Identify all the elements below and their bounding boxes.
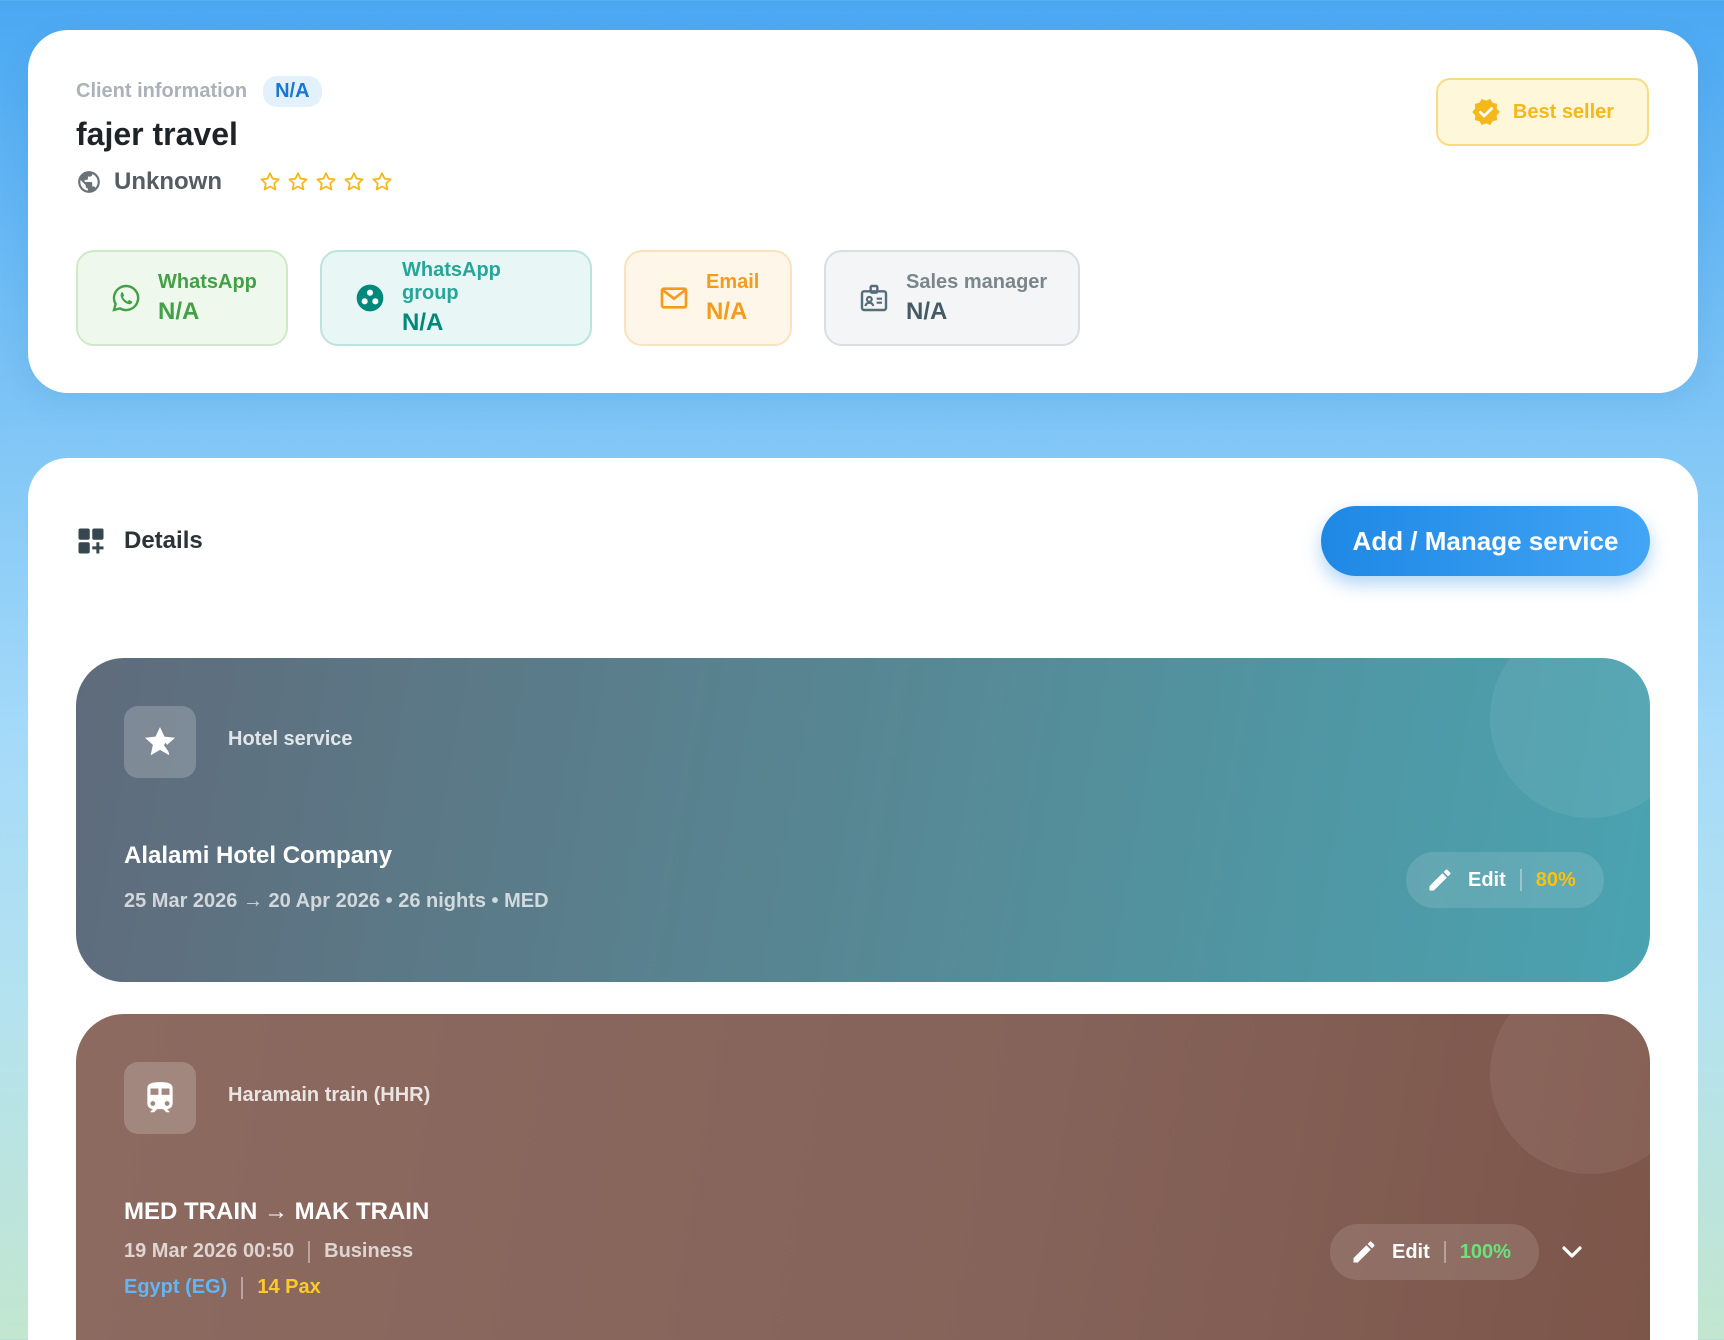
travel-class: Business bbox=[324, 1240, 414, 1262]
contact-chips: WhatsApp N/A WhatsApp group N/A Email N/… bbox=[76, 250, 1080, 346]
completion-percent: 100% bbox=[1459, 1240, 1511, 1263]
contact-value: N/A bbox=[402, 309, 444, 336]
service-meta-row: Egypt (EG) 14 Pax bbox=[124, 1276, 321, 1299]
train-icon bbox=[147, 1082, 173, 1113]
details-card: Details Add / Manage service Hotel servi… bbox=[28, 458, 1698, 1340]
add-manage-service-button[interactable]: Add / Manage service bbox=[1321, 506, 1650, 576]
star-icon bbox=[144, 726, 176, 756]
service-type: Haramain train (HHR) bbox=[228, 1084, 431, 1106]
service-meta: 25 Mar 2026 → 20 Apr 2026 • 26 nights • … bbox=[124, 890, 549, 912]
rating-stars[interactable] bbox=[258, 170, 394, 194]
star-outline-icon[interactable] bbox=[370, 170, 394, 194]
service-icon-box bbox=[124, 1062, 196, 1134]
contact-value: N/A bbox=[706, 297, 748, 325]
verified-icon bbox=[1472, 98, 1500, 126]
decorative-circle bbox=[1490, 1014, 1650, 1174]
client-location: Unknown bbox=[114, 168, 222, 195]
service-icon-box bbox=[124, 706, 196, 778]
service-name: Alalami Hotel Company bbox=[124, 842, 393, 869]
client-section-label: Client information bbox=[76, 80, 248, 102]
divider bbox=[241, 1276, 244, 1299]
contact-label: WhatsApp bbox=[158, 270, 257, 293]
edit-button[interactable]: Edit 100% bbox=[1330, 1224, 1539, 1280]
train-service-card[interactable]: Haramain train (HHR) MED TRAIN → MAK TRA… bbox=[76, 1014, 1650, 1340]
details-title: Details bbox=[124, 527, 203, 554]
hotel-service-card[interactable]: Hotel service Alalami Hotel Company 25 M… bbox=[76, 658, 1650, 982]
badge-icon bbox=[860, 284, 888, 312]
pencil-icon bbox=[1429, 869, 1451, 891]
contact-label: WhatsApp group bbox=[402, 259, 501, 304]
contact-label: Sales manager bbox=[906, 270, 1048, 293]
dashboard-add-icon bbox=[78, 528, 104, 554]
service-type: Hotel service bbox=[228, 728, 353, 750]
completion-percent: 80% bbox=[1535, 868, 1576, 891]
contact-email[interactable]: Email N/A bbox=[624, 250, 792, 346]
whatsapp-icon bbox=[112, 284, 140, 312]
globe-icon bbox=[78, 171, 100, 193]
chevron-down-icon[interactable] bbox=[1556, 1236, 1588, 1268]
service-name: MED TRAIN → MAK TRAIN bbox=[124, 1198, 430, 1225]
pencil-icon bbox=[1353, 1241, 1375, 1263]
divider bbox=[308, 1240, 311, 1263]
details-header: Details bbox=[76, 526, 203, 556]
best-seller-label: Best seller bbox=[1512, 100, 1615, 123]
mail-icon bbox=[660, 287, 688, 309]
best-seller-badge: Best seller bbox=[1436, 78, 1649, 146]
service-meta-row: 19 Mar 2026 00:50 Business bbox=[124, 1240, 413, 1263]
group-icon bbox=[356, 284, 384, 312]
divider bbox=[1443, 1241, 1446, 1263]
contact-value: N/A bbox=[158, 297, 200, 325]
star-outline-icon[interactable] bbox=[258, 170, 282, 194]
edit-label: Edit bbox=[1468, 868, 1506, 891]
contact-sales-manager[interactable]: Sales manager N/A bbox=[824, 250, 1080, 346]
star-outline-icon[interactable] bbox=[314, 170, 338, 194]
client-location-row: Unknown bbox=[76, 168, 394, 196]
contact-label: Email bbox=[706, 270, 760, 293]
pax-count: 14 Pax bbox=[257, 1276, 321, 1298]
decorative-circle bbox=[1490, 658, 1650, 818]
client-name: fajer travel bbox=[76, 116, 238, 152]
edit-button[interactable]: Edit 80% bbox=[1406, 852, 1604, 908]
contact-whatsapp[interactable]: WhatsApp N/A bbox=[76, 250, 288, 346]
star-outline-icon[interactable] bbox=[342, 170, 366, 194]
nationality: Egypt (EG) bbox=[124, 1276, 228, 1298]
client-info-card: Client information N/A fajer travel Unkn… bbox=[28, 30, 1698, 393]
client-id-badge: N/A bbox=[263, 76, 322, 107]
contact-value: N/A bbox=[906, 297, 948, 325]
departure-datetime: 19 Mar 2026 00:50 bbox=[124, 1240, 295, 1262]
contact-whatsapp-group[interactable]: WhatsApp group N/A bbox=[320, 250, 592, 346]
client-label-row: Client information N/A bbox=[76, 76, 322, 107]
star-outline-icon[interactable] bbox=[286, 170, 310, 194]
divider bbox=[1519, 869, 1522, 891]
edit-label: Edit bbox=[1392, 1240, 1430, 1263]
